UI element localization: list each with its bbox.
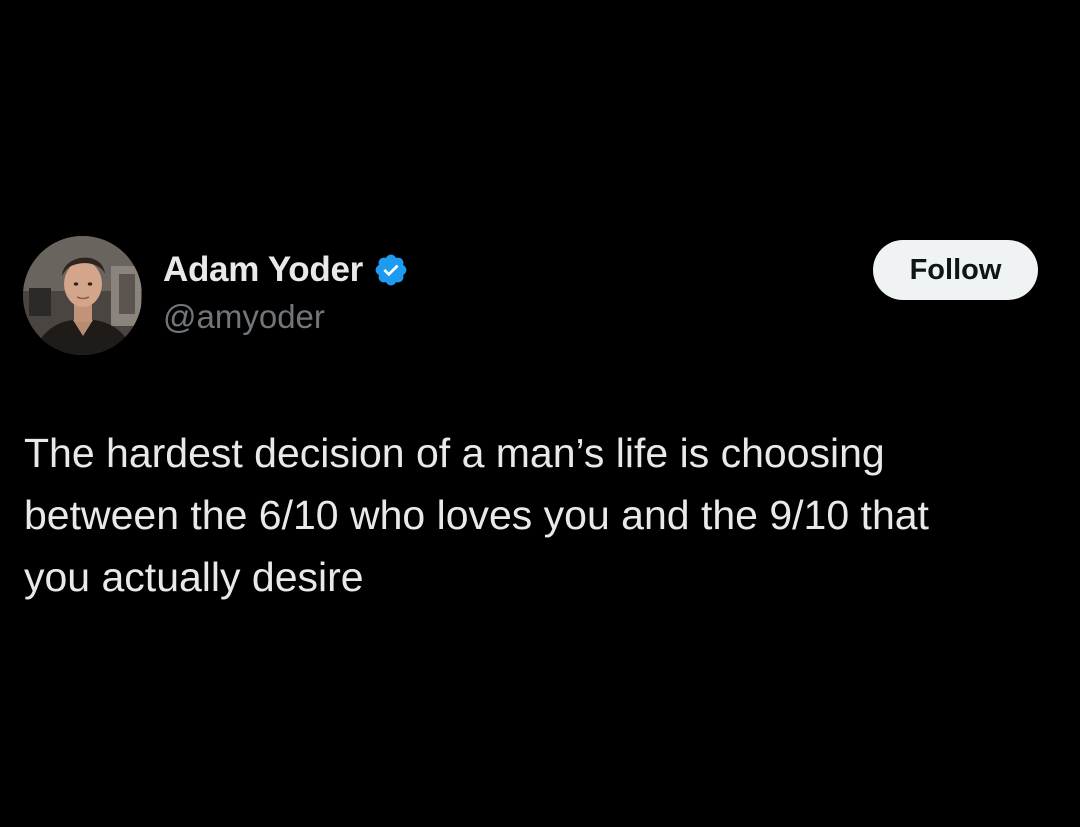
user-info: Adam Yoder @amyoder	[163, 246, 409, 336]
name-row: Adam Yoder	[163, 246, 409, 294]
user-handle[interactable]: @amyoder	[163, 298, 409, 336]
avatar[interactable]	[23, 236, 142, 355]
follow-button[interactable]: Follow	[873, 240, 1038, 300]
tweet-card: Adam Yoder @amyoder Follow The hardest d…	[0, 0, 1080, 827]
avatar-photo-icon	[23, 236, 142, 355]
verified-badge-icon	[373, 252, 409, 288]
display-name[interactable]: Adam Yoder	[163, 250, 363, 290]
tweet-text: The hardest decision of a man’s life is …	[24, 430, 929, 600]
